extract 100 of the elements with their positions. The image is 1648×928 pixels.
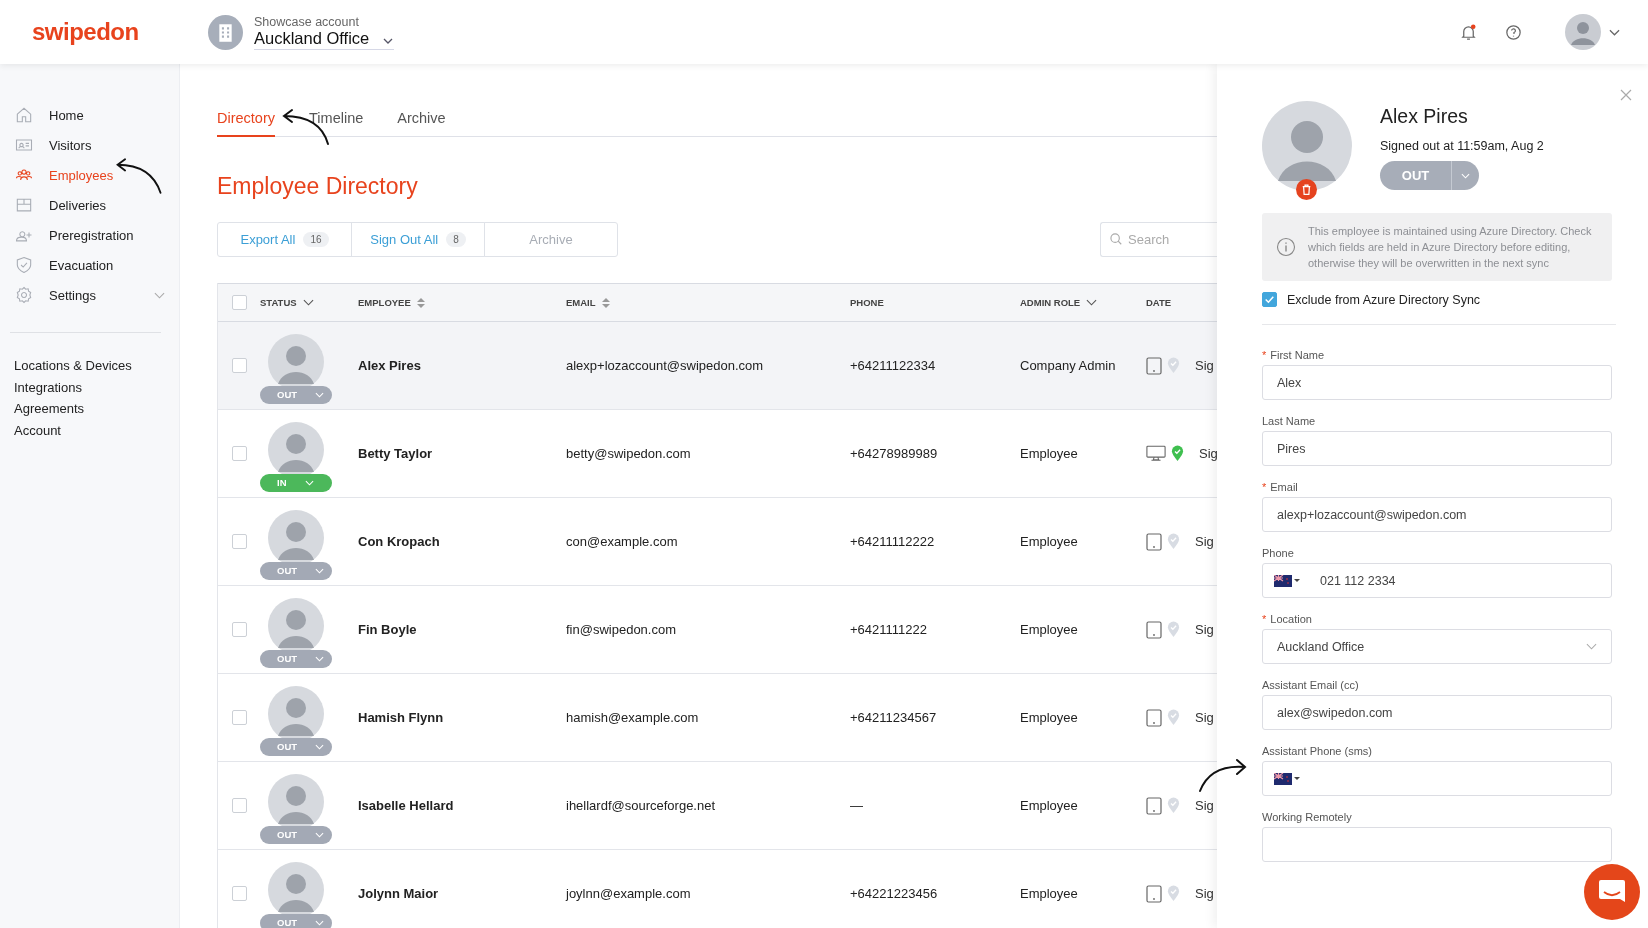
sidebar-link[interactable]: Locations & Devices — [0, 355, 179, 377]
tablet-icon — [1146, 884, 1162, 903]
sidebar-item[interactable]: Deliveries — [0, 190, 179, 220]
chevron-down-icon — [315, 655, 325, 662]
tab[interactable]: Directory — [217, 110, 275, 137]
tab[interactable]: Timeline — [309, 110, 364, 137]
email-cell-text: ihellardf@sourceforge.net — [566, 798, 717, 813]
help-icon[interactable] — [1504, 22, 1523, 42]
column-header[interactable]: EMAIL — [566, 297, 850, 308]
sidebar-item[interactable]: Evacuation — [0, 250, 179, 280]
chevron-down-icon[interactable] — [1609, 28, 1620, 36]
table-row[interactable]: OUT Fin Boyle fin@swipedon.com +6421111222 Employee Sig — [218, 586, 1217, 674]
column-header[interactable]: STATUS — [260, 297, 358, 308]
checkbox[interactable] — [231, 358, 247, 373]
employee-name: Alex Pires — [358, 358, 422, 373]
table-row[interactable]: OUT Jolynn Maior joylnn@example.com +64221223456 Employee Sig — [218, 850, 1217, 928]
chevron-down-icon — [154, 291, 165, 299]
table-row[interactable]: OUT Alex Pires alexp+lozaccount@swipedon.com +64211122334 Company Admin Sig — [218, 322, 1217, 410]
settings-icon — [14, 285, 34, 305]
house-icon — [14, 105, 34, 125]
chevron-down-icon — [304, 479, 314, 486]
email-cell-text: betty@swipedon.com — [566, 446, 692, 461]
notification-bell-icon[interactable] — [1459, 22, 1478, 42]
column-header[interactable]: ADMIN ROLE — [1020, 297, 1146, 308]
email-cell-text: joylnn@example.com — [566, 886, 692, 901]
tablet-icon — [1146, 796, 1162, 815]
location-select[interactable]: Auckland Office — [1262, 629, 1612, 664]
tab[interactable]: Archive — [397, 110, 446, 137]
chevron-down-icon — [1461, 172, 1470, 179]
date-cell: Sig — [1195, 358, 1214, 373]
email-cell-text: hamish@example.com — [566, 710, 700, 725]
chat-icon[interactable] — [1584, 864, 1640, 920]
employee-name: Jolynn Maior — [358, 886, 440, 901]
sidebar-item[interactable]: Home — [0, 100, 179, 130]
close-icon[interactable] — [1620, 89, 1632, 101]
sort-icon — [416, 297, 425, 308]
employee-name: Isabelle Hellard — [358, 798, 455, 813]
table-row[interactable]: OUT Isabelle Hellard ihellardf@sourceforge.net — Employee Sig — [218, 762, 1217, 850]
tablet-icon — [1146, 356, 1162, 375]
date-cell: Sig — [1195, 622, 1214, 637]
required-marker: * — [1262, 481, 1267, 493]
sidebar-link[interactable]: Account — [0, 419, 179, 441]
sidebar-item[interactable]: Settings — [0, 280, 179, 310]
phone-cell-text: +64278989989 — [850, 446, 939, 461]
sidebar-item[interactable]: Visitors — [0, 130, 179, 160]
checkbox[interactable] — [231, 295, 247, 310]
role-cell-text: Employee — [1020, 446, 1079, 461]
phone-input[interactable]: 021 112 2334 — [1262, 563, 1612, 598]
action-button[interactable]: Export All 16 — [217, 222, 352, 257]
field-label: Assistant Phone (sms) — [1262, 745, 1373, 757]
checkbox[interactable] — [231, 446, 247, 461]
employee-name: Betty Taylor — [358, 446, 434, 461]
sidebar-item[interactable]: Preregistration — [0, 220, 179, 250]
input-field[interactable] — [1262, 827, 1612, 862]
column-header[interactable]: EMPLOYEE — [358, 297, 566, 308]
role-cell-text: Employee — [1020, 534, 1079, 549]
sidebar-link[interactable]: Integrations — [0, 376, 179, 398]
checkbox[interactable] — [231, 886, 247, 901]
chevron-down-icon — [383, 38, 394, 44]
column-header[interactable]: PHONE — [850, 297, 1020, 308]
checkbox[interactable] — [1262, 292, 1277, 307]
sidebar-link[interactable]: Agreements — [0, 398, 179, 420]
search-icon — [1109, 232, 1123, 246]
chevron-down-icon — [1586, 643, 1597, 650]
field-label: Email — [1270, 481, 1298, 493]
input-field[interactable]: alex@swipedon.com — [1262, 695, 1612, 730]
input-field[interactable]: alexp+lozaccount@swipedon.com — [1262, 497, 1612, 532]
table-row[interactable]: IN Betty Taylor betty@swipedon.com +64278989989 Employee Sig — [218, 410, 1217, 498]
chevron-down-icon — [315, 831, 325, 838]
swipedon-logo[interactable]: swipedon — [0, 18, 190, 46]
checkbox[interactable] — [231, 798, 247, 813]
employee-name: Hamish Flynn — [358, 710, 445, 725]
field-label: Phone — [1262, 547, 1294, 559]
table-row[interactable]: OUT Con Kropach con@example.com +64211112222 Employee Sig — [218, 498, 1217, 586]
action-button[interactable]: Sign Out All 8 — [351, 222, 485, 257]
info-icon — [1276, 237, 1296, 257]
date-cell: Sig — [1195, 534, 1214, 549]
phone-input[interactable] — [1262, 761, 1612, 796]
input-field[interactable]: Alex — [1262, 365, 1612, 400]
table-row[interactable]: OUT Hamish Flynn hamish@example.com +64211234567 Employee Sig — [218, 674, 1217, 762]
page-title: Employee Directory — [217, 173, 418, 200]
user-avatar[interactable] — [1565, 14, 1601, 50]
field-label: Location — [1270, 613, 1312, 625]
checkbox[interactable] — [231, 534, 247, 549]
phone-cell-text: +64211112222 — [850, 534, 936, 549]
search-field[interactable]: Search — [1100, 222, 1217, 257]
checkbox[interactable] — [231, 710, 247, 725]
column-header[interactable]: DATE — [1146, 297, 1217, 308]
date-cell: Sig — [1195, 798, 1214, 813]
role-cell-text: Employee — [1020, 622, 1079, 637]
email-cell-text: alexp+lozaccount@swipedon.com — [566, 358, 765, 373]
location-dropdown[interactable]: Auckland Office — [254, 28, 394, 50]
delete-icon[interactable] — [1296, 179, 1317, 200]
checkbox[interactable] — [231, 622, 247, 637]
sidebar-item[interactable]: Employees — [0, 160, 179, 190]
employee-name: Alex Pires — [1380, 105, 1469, 128]
input-field[interactable]: Pires — [1262, 431, 1612, 466]
field-label: Assistant Email (cc) — [1262, 679, 1359, 691]
chevron-down-icon — [1086, 299, 1098, 306]
role-cell-text: Employee — [1020, 886, 1079, 901]
